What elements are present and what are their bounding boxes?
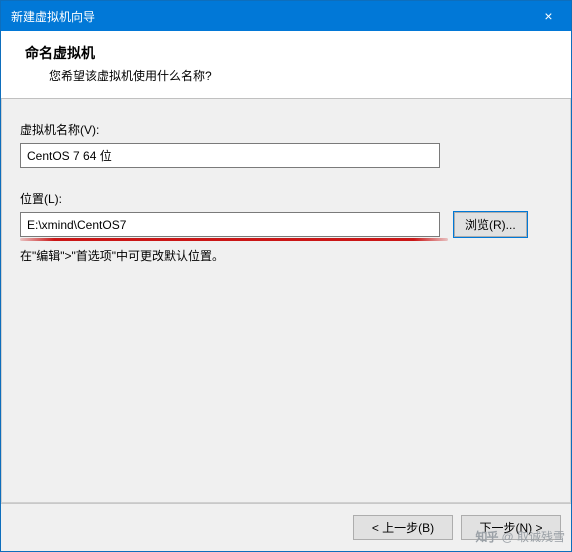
vm-name-input[interactable]	[20, 143, 440, 168]
location-hint: 在"编辑">"首选项"中可更改默认位置。	[20, 247, 552, 264]
back-button[interactable]: < 上一步(B)	[353, 515, 453, 540]
titlebar: 新建虚拟机向导 ×	[1, 1, 571, 31]
vm-location-input[interactable]	[20, 212, 440, 237]
page-title: 命名虚拟机	[25, 43, 547, 63]
vm-name-label: 虚拟机名称(V):	[20, 121, 552, 138]
vm-name-group: 虚拟机名称(V):	[20, 121, 552, 168]
wizard-header: 命名虚拟机 您希望该虚拟机使用什么名称?	[1, 31, 571, 99]
close-icon: ×	[544, 8, 552, 24]
wizard-window: 新建虚拟机向导 × 命名虚拟机 您希望该虚拟机使用什么名称? 虚拟机名称(V):…	[0, 0, 572, 552]
vm-location-label: 位置(L):	[20, 190, 552, 207]
location-row: 浏览(R)...	[20, 212, 552, 237]
vm-location-group: 位置(L): 浏览(R)... 在"编辑">"首选项"中可更改默认位置。	[20, 190, 552, 264]
window-title: 新建虚拟机向导	[11, 8, 526, 25]
next-button[interactable]: 下一步(N) >	[461, 515, 561, 540]
browse-button[interactable]: 浏览(R)...	[454, 212, 527, 237]
wizard-content: 虚拟机名称(V): 位置(L): 浏览(R)... 在"编辑">"首选项"中可更…	[1, 99, 571, 503]
annotation-underline	[20, 238, 448, 241]
button-bar: < 上一步(B) 下一步(N) > 知乎 @ 取诚残雪	[1, 503, 571, 551]
close-button[interactable]: ×	[526, 1, 571, 31]
page-subtitle: 您希望该虚拟机使用什么名称?	[25, 67, 547, 84]
